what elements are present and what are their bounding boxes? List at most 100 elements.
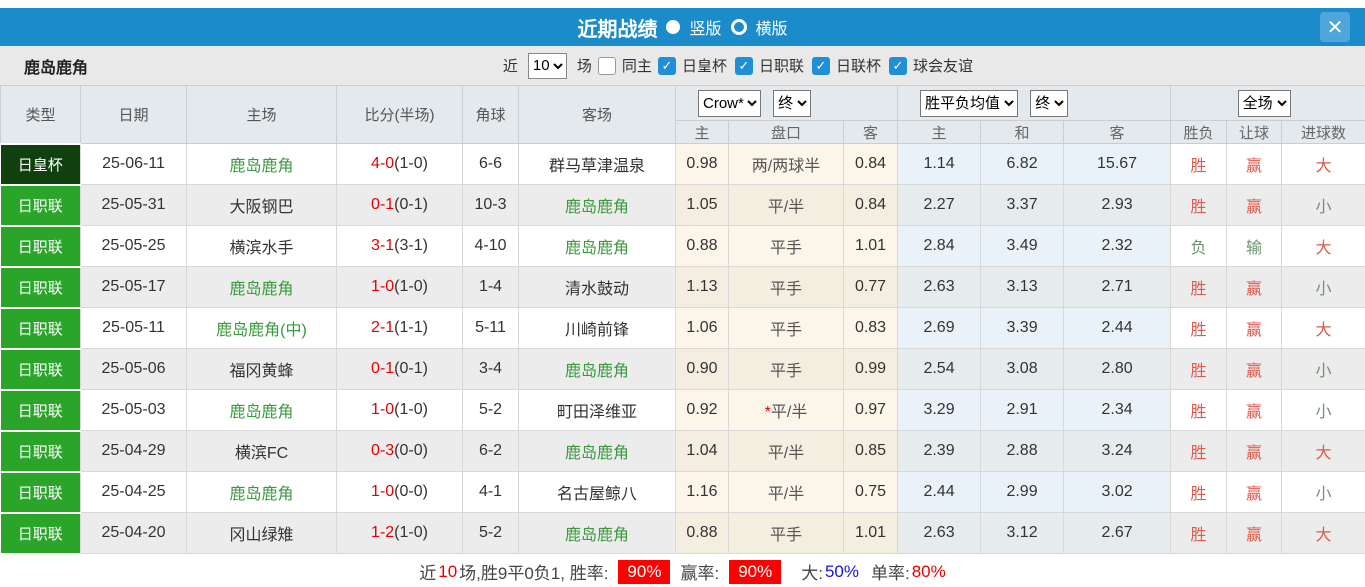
league-checkbox-friendly[interactable]: ✓: [888, 56, 907, 75]
match-type: 日职联: [0, 306, 81, 350]
score-halftime: (0-0): [394, 442, 428, 459]
avg-draw: 3.49: [980, 225, 1065, 267]
score-fulltime: 3-1: [371, 237, 395, 254]
score-halftime: (1-0): [394, 524, 428, 541]
avg-away: 2.71: [1063, 266, 1172, 308]
handicap-line-cell: 平/半: [728, 430, 844, 472]
result-wdl: 胜: [1170, 307, 1228, 349]
league-label-jleaguecup: 日联杯: [835, 58, 881, 75]
col-header-date: 日期: [80, 85, 187, 144]
filter-bar: 鹿岛鹿角 近 10 场 同主 ✓ 日皇杯 ✓ 日职联 ✓ 日联杯 ✓ 球会友谊: [0, 46, 1365, 85]
result-handicap: 赢: [1226, 266, 1283, 308]
radio-horizontal-label[interactable]: 横版: [756, 15, 788, 39]
table-row: 日职联 25-05-25 横滨水手 3-1(3-1) 4-10 鹿岛鹿角 0.8…: [0, 224, 1365, 268]
match-date: 25-05-11: [80, 307, 187, 349]
avg-home: 2.69: [897, 307, 982, 349]
match-score: 4-0(1-0): [336, 143, 463, 185]
title-bar: 近期战绩 竖版 横版 ✕: [0, 8, 1365, 46]
result-wdl: 负: [1170, 225, 1228, 267]
result-goals: 大: [1281, 225, 1365, 267]
avg-draw: 3.13: [980, 266, 1065, 308]
avg-home: 2.84: [897, 225, 982, 267]
radio-horizontal-layout[interactable]: [730, 19, 747, 35]
same-home-checkbox[interactable]: [597, 56, 616, 75]
average-type-select[interactable]: 胜平负均值: [920, 89, 1019, 117]
handicap-time-select[interactable]: 终: [773, 89, 812, 117]
win-rate-badge: 90%: [618, 559, 671, 584]
handicap-home-odds: 0.88: [675, 512, 729, 554]
handicap-line-cell: 平手: [728, 512, 844, 554]
table-row: 日职联 25-04-29 横滨FC 0-3(0-0) 6-2 鹿岛鹿角 1.04…: [0, 429, 1365, 473]
score-fulltime: 0-1: [371, 360, 395, 377]
away-team: 清水鼓动: [518, 266, 676, 308]
avg-home: 1.14: [897, 143, 982, 185]
away-team: 群马草津温泉: [518, 143, 676, 185]
result-handicap: 赢: [1226, 184, 1283, 226]
match-score: 0-1(0-1): [336, 184, 463, 226]
league-checkbox-cup[interactable]: ✓: [657, 56, 676, 75]
league-label-friendly: 球会友谊: [912, 58, 973, 75]
footer-near-label: 近: [419, 564, 437, 583]
away-team: 鹿岛鹿角: [518, 430, 676, 472]
match-score: 3-1(3-1): [336, 225, 463, 267]
avg-home: 2.39: [897, 430, 982, 472]
average-time-select[interactable]: 终: [1030, 89, 1069, 117]
handicap-line-cell: 平手: [728, 225, 844, 267]
handicap-home-odds: 0.90: [675, 348, 729, 390]
handicap-away-odds: 0.84: [842, 143, 899, 185]
score-fulltime: 1-0: [371, 483, 395, 500]
radio-vertical-label[interactable]: 竖版: [689, 15, 721, 39]
corner-score: 4-1: [462, 471, 519, 513]
sub-header-handicap-away: 客: [842, 120, 899, 144]
corner-score: 10-3: [462, 184, 519, 226]
avg-draw: 2.91: [980, 389, 1065, 431]
result-goals: 小: [1281, 389, 1365, 431]
col-header-away: 客场: [518, 85, 676, 144]
avg-away: 2.32: [1063, 225, 1172, 267]
match-type: 日职联: [0, 224, 81, 268]
table-row: 日职联 25-05-03 鹿岛鹿角 1-0(1-0) 5-2 町田泽维亚 0.9…: [0, 388, 1365, 432]
match-date: 25-04-29: [80, 430, 187, 472]
result-goals: 大: [1281, 430, 1365, 472]
away-team: 鹿岛鹿角: [518, 184, 676, 226]
handicap-away-odds: 0.85: [842, 430, 899, 472]
corner-score: 5-2: [462, 512, 519, 554]
sub-header-avg-draw: 和: [980, 120, 1065, 144]
result-group-header: 全场: [1170, 85, 1365, 121]
results-table: 类型 日期 主场 比分(半场) 角球 客场 Crow* 终 胜平负均值 终 全场…: [0, 85, 1365, 555]
radio-vertical-layout[interactable]: [666, 20, 681, 34]
avg-home: 2.54: [897, 348, 982, 390]
results-body: 日皇杯 25-06-11 鹿岛鹿角 4-0(1-0) 6-6 群马草津温泉 0.…: [0, 142, 1365, 555]
handicap-line-cell: 平手: [728, 348, 844, 390]
away-team: 町田泽维亚: [518, 389, 676, 431]
match-score: 2-1(1-1): [336, 307, 463, 349]
result-handicap: 赢: [1226, 348, 1283, 390]
handicap-line-cell: *平/半: [728, 389, 844, 431]
handicap-home-odds: 1.13: [675, 266, 729, 308]
result-goals: 大: [1281, 512, 1365, 554]
col-header-score: 比分(半场): [336, 85, 463, 144]
match-score: 1-0(1-0): [336, 266, 463, 308]
filter-controls: 近 10 场 同主 ✓ 日皇杯 ✓ 日职联 ✓ 日联杯 ✓ 球会友谊: [503, 52, 975, 79]
sub-header-handicap-result: 让球: [1226, 120, 1283, 144]
team-name: 鹿岛鹿角: [24, 59, 89, 77]
score-halftime: (1-0): [394, 155, 428, 172]
page-title: 近期战绩: [577, 18, 658, 41]
score-halftime: (1-1): [394, 319, 428, 336]
result-wdl: 胜: [1170, 471, 1228, 513]
match-count-select[interactable]: 10: [527, 52, 567, 79]
home-team: 横滨FC: [186, 430, 337, 472]
league-checkbox-jleaguecup[interactable]: ✓: [811, 56, 830, 75]
league-checkbox-j1[interactable]: ✓: [734, 56, 753, 75]
corner-score: 6-6: [462, 143, 519, 185]
score-halftime: (0-0): [394, 483, 428, 500]
handicap-away-odds: 0.77: [842, 266, 899, 308]
close-button[interactable]: ✕: [1320, 12, 1350, 42]
scope-select[interactable]: 全场: [1237, 89, 1291, 117]
result-handicap: 赢: [1226, 512, 1283, 554]
home-team: 鹿岛鹿角(中): [186, 307, 337, 349]
home-team: 冈山绿雉: [186, 512, 337, 554]
avg-away: 2.80: [1063, 348, 1172, 390]
bookmaker-select[interactable]: Crow*: [698, 89, 761, 117]
match-date: 25-05-06: [80, 348, 187, 390]
